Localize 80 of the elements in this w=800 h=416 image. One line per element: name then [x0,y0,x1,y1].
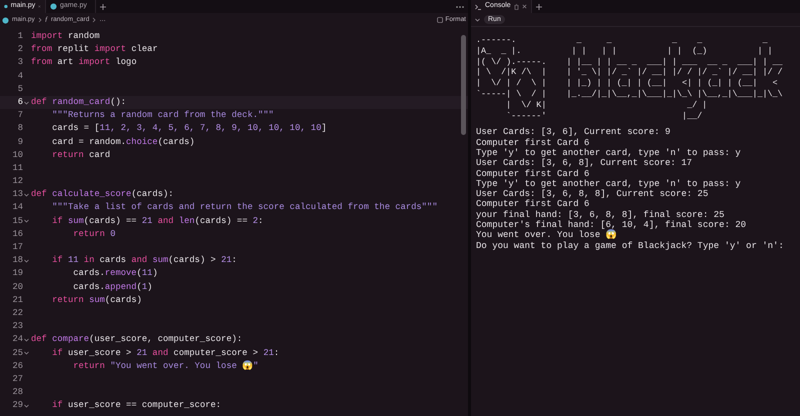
code-line: return 0 [72,228,116,241]
line-number: 11 [12,162,23,175]
fold-chevron-icon[interactable] [24,338,28,342]
console-output-line: User Cards: [3, 6], Current score: 9 [476,127,670,138]
code-line: def compare(user_score, computer_score): [30,333,242,346]
line-number: 15 [12,214,23,228]
fold-chevron-icon[interactable] [24,192,28,197]
code-line: """Take a list of cards and return the score calculated from the cards""" [51,201,438,214]
code-line: cards.remove(11) [72,267,158,280]
line-number: 18 [12,254,23,268]
line-number: 7 [18,109,23,122]
line-number: 6 [18,96,23,109]
console-output-line: You went over. You lose 😱 [476,230,617,241]
code-line: if user_score == computer_score: [51,399,222,412]
line-number: 8 [18,122,23,136]
code-line: if user_score > 21 and computer_score > 21: [51,346,280,360]
console-output-line: Computer's final hand: [6, 10, 4], final score: 20 [476,220,746,230]
fold-chevron-icon[interactable] [24,219,28,224]
code-line: return card [51,148,110,162]
console-output-line: Computer first Card 6 [476,138,590,148]
line-number: 17 [12,241,23,254]
line-number: 5 [18,82,23,96]
console-output-line: Computer first Card 6 [476,199,590,210]
plus-icon [100,4,106,10]
line-number: 1 [18,30,23,43]
code-line: cards.append(1) [72,280,152,294]
fold-chevron-icon[interactable] [24,351,28,356]
line-number: 24 [12,333,23,346]
console-output-line: Do you want to play a game of Blackjack? Type 'y' or 'n': [476,240,784,251]
line-number: 16 [12,228,23,241]
fold-chevron-icon[interactable] [24,404,28,408]
code-line: from replit import clear [30,43,158,56]
line-number: 29 [12,399,23,412]
python-file-icon [50,3,57,10]
code-line: def calculate_score(cards): [30,188,174,202]
line-number: 4 [18,70,23,83]
chevron-down-icon [475,18,480,22]
line-number: 26 [12,360,23,373]
plus-icon [536,4,542,10]
line-number: 27 [12,372,23,386]
line-number: 21 [12,294,23,307]
console-output-line: your final hand: [3, 6, 8, 8], final score: 25 [476,210,724,220]
line-number: 14 [12,201,23,214]
chevron-right-icon [38,17,42,23]
console-output-line: Computer first Card 6 [476,168,590,179]
code-line: import random [30,30,100,43]
close-icon [522,4,527,9]
console-output-line: User Cards: [3, 6, 8, 8], Current score: 25 [476,189,708,200]
code-line: card = random.choice(cards) [51,136,195,148]
trash-icon [514,4,519,10]
code-line: def random_card(): [30,96,126,109]
code-line: return "You went over. You lose 😱" [72,360,258,373]
fold-chevron-icon[interactable] [24,258,28,263]
line-number: 23 [12,320,23,334]
terminal-icon [475,4,482,10]
line-number: 2 [18,43,23,56]
code-line: cards = [11, 2, 3, 4, 5, 6, 7, 8, 9, 10, 10, 10, 10] [51,122,327,136]
code-line: """Returns a random card from the deck.""" [51,109,274,122]
line-number: 9 [18,136,23,148]
scrollbar[interactable] [461,35,466,135]
console-output-line: Type 'y' to get another card, type 'n' to pass: y [476,148,741,158]
line-number: 19 [12,267,23,280]
ascii-art-logo: .------. _ _ _ _ _ |A_ _ |. | | | | | | (_) | | |( \/ ).-----. | |__ | | __ _ ___| | ___ __ _ ___| | __ | \ /|K /\ | | '_ \| |/ _` |/ __| |/ / |/ _` |/ __| |/ / | \/ | / \ | | |_) | | (_| | (__| <| | (_| | (__| < `-----| \ / | |_.__/|_|\__,_|\___|_|\_\ |\__,_|\___|_|\_\ | \/ K| _/ | `------' |__/ [476,35,784,122]
chevron-right-icon [92,17,96,23]
console-output-line: Type 'y' to get another card, type 'n' to pass: y [476,178,741,190]
code-line: if sum(cards) == 21 and len(cards) == 2: [51,214,264,228]
console-output-line: User Cards: [3, 6, 8], Current score: 17 [476,158,692,169]
format-icon [437,17,444,23]
code-line: if 11 in cards and sum(cards) > 21: [51,254,237,268]
fold-chevron-icon[interactable] [24,100,28,105]
line-number: 13 [12,188,23,202]
line-number: 12 [12,175,23,188]
line-number: 10 [12,148,23,162]
line-number: 25 [12,346,23,360]
line-number: 3 [18,56,23,70]
line-number: 22 [12,306,23,320]
line-number: 28 [12,386,23,400]
code-line: return sum(cards) [51,294,142,307]
line-number: 20 [12,280,23,294]
code-line: from art import logo [30,56,137,70]
